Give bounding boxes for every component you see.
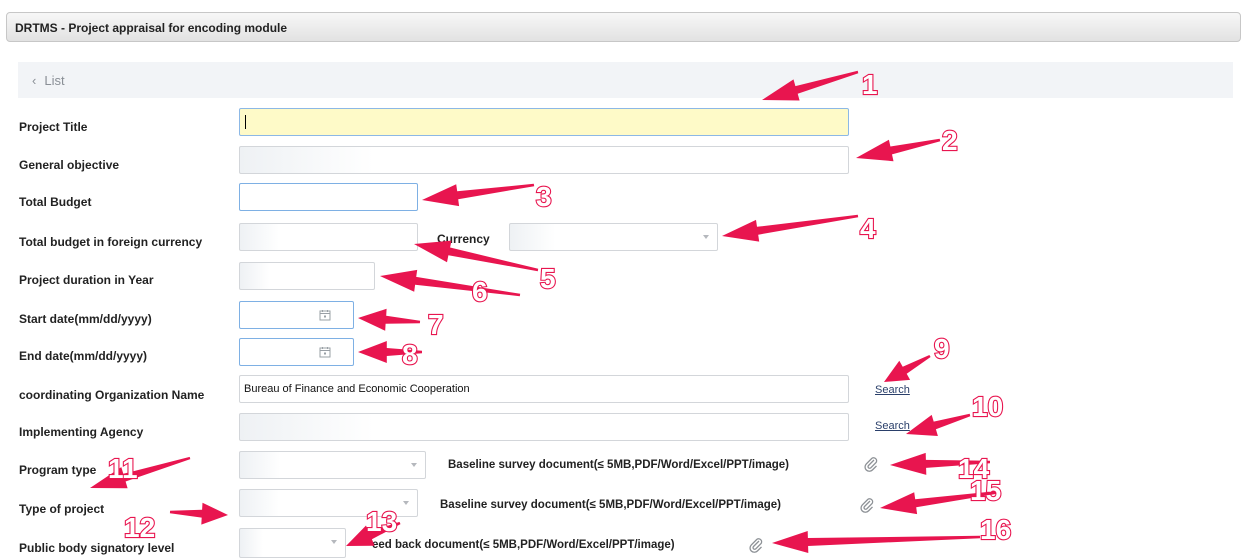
annotation-arrow-2	[856, 138, 941, 162]
annotation-arrow-3	[422, 183, 535, 207]
total-budget-foreign-label: Total budget in foreign currency	[19, 235, 203, 249]
paperclip-icon[interactable]	[748, 537, 764, 553]
annotation-arrow-8	[358, 341, 422, 363]
general-objective-label: General objective	[19, 158, 120, 172]
annotation-arrow-14	[890, 452, 990, 475]
total-budget-label: Total Budget	[19, 195, 92, 209]
annotation-arrow-12	[169, 502, 228, 525]
currency-label: Currency	[437, 232, 490, 246]
list-nav-bar: ‹ List	[18, 62, 1233, 98]
project-title-label: Project Title	[19, 120, 88, 134]
chevron-down-icon	[331, 540, 337, 544]
annotation-arrow-6	[380, 269, 521, 297]
end-date-input[interactable]	[239, 338, 354, 366]
annotation-number-10: 10	[972, 391, 1003, 422]
chevron-down-icon	[403, 501, 409, 505]
type-of-project-select[interactable]	[239, 489, 418, 517]
program-type-label: Program type	[19, 463, 97, 477]
currency-select[interactable]	[509, 223, 718, 251]
annotation-number-15: 15	[970, 475, 1001, 506]
annotation-arrow-9	[884, 355, 931, 382]
implementing-agency-search-link[interactable]: Search	[875, 420, 910, 432]
implementing-agency-input[interactable]	[239, 413, 849, 441]
annotation-number-12: 12	[124, 512, 155, 543]
annotation-number-7: 7	[428, 309, 444, 340]
total-budget-input[interactable]	[239, 183, 418, 211]
project-title-input[interactable]	[239, 108, 849, 136]
annotation-number-16: 16	[980, 514, 1011, 545]
baseline-survey-doc-label-1: Baseline survey document(≤ 5MB,PDF/Word/…	[448, 459, 789, 471]
feedback-doc-label: eed back document(≤ 5MB,PDF/Word/Excel/P…	[372, 539, 675, 551]
total-budget-foreign-input[interactable]	[239, 223, 418, 251]
annotation-arrow-7	[358, 308, 421, 331]
end-date-label: End date(mm/dd/yyyy)	[19, 349, 148, 363]
back-to-list-link[interactable]: ‹ List	[32, 73, 65, 88]
paperclip-icon[interactable]	[863, 456, 879, 472]
implementing-agency-label: Implementing Agency	[19, 425, 144, 439]
start-date-input[interactable]	[239, 301, 354, 329]
start-date-label: Start date(mm/dd/yyyy)	[19, 312, 152, 326]
general-objective-input[interactable]	[239, 146, 849, 174]
coordinating-org-input[interactable]: Bureau of Finance and Economic Cooperati…	[239, 375, 849, 403]
chevron-down-icon	[411, 463, 417, 467]
annotation-number-14: 14	[958, 453, 990, 484]
annotation-number-5: 5	[540, 263, 556, 294]
public-body-signatory-label: Public body signatory level	[19, 541, 175, 555]
project-duration-input[interactable]	[239, 262, 375, 290]
chevron-left-icon: ‹	[32, 73, 37, 88]
annotation-number-9: 9	[934, 333, 950, 364]
calendar-icon[interactable]	[319, 309, 331, 321]
annotation-arrow-11	[90, 456, 191, 489]
annotation-arrow-16	[772, 531, 980, 553]
annotation-arrow-4	[722, 214, 859, 242]
coordinating-org-label: coordinating Organization Name	[19, 388, 205, 402]
baseline-survey-doc-label-2: Baseline survey document(≤ 5MB,PDF/Word/…	[440, 499, 781, 511]
panel-title: DRTMS - Project appraisal for encoding m…	[6, 12, 1241, 42]
list-link-label: List	[44, 73, 65, 88]
annotation-number-8: 8	[402, 339, 418, 370]
annotation-number-6: 6	[472, 276, 488, 307]
annotation-number-3: 3	[536, 181, 552, 212]
annotation-number-4: 4	[860, 213, 876, 244]
annotation-number-11: 11	[108, 453, 138, 484]
chevron-down-icon	[703, 235, 709, 239]
paperclip-icon[interactable]	[859, 497, 875, 513]
annotation-arrow-15	[880, 490, 1001, 515]
annotation-arrow-10	[906, 413, 971, 436]
public-body-signatory-select[interactable]	[239, 528, 346, 558]
coordinating-org-search-link[interactable]: Search	[875, 384, 910, 396]
project-duration-label: Project duration in Year	[19, 273, 154, 287]
type-of-project-label: Type of project	[19, 502, 105, 516]
annotation-number-2: 2	[942, 125, 958, 156]
calendar-icon[interactable]	[319, 346, 331, 358]
program-type-select[interactable]	[239, 451, 426, 479]
